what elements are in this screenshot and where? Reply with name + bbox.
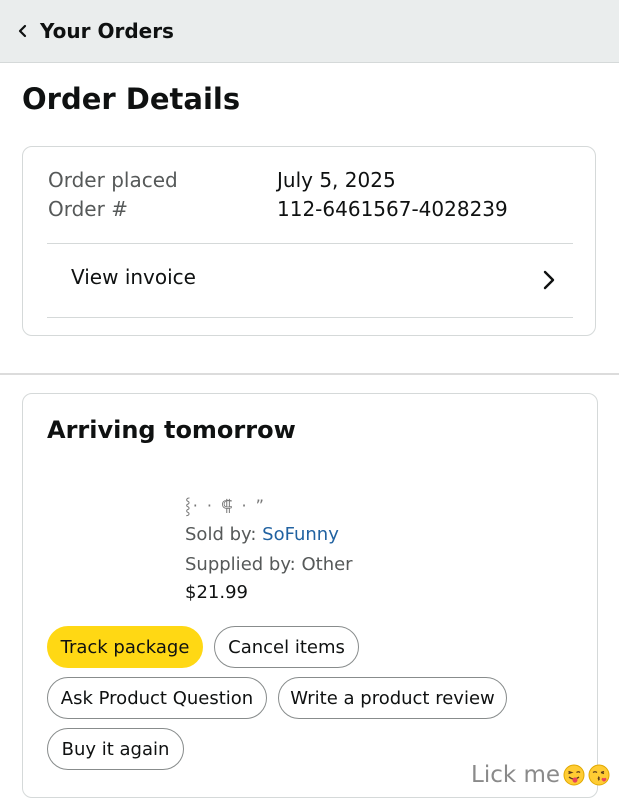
write-review-button[interactable]: Write a product review [278, 677, 507, 719]
chevron-left-icon [18, 24, 27, 38]
page-title: Order Details [22, 82, 241, 116]
sold-by-label: Sold by: [185, 524, 263, 545]
order-placed-value: July 5, 2025 [277, 168, 396, 192]
seller-link[interactable]: SoFunny [262, 524, 339, 545]
face-blowing-kiss-icon [588, 764, 610, 786]
order-placed-row: Order placed July 5, 2025 [48, 168, 396, 192]
watermark-text: Lick me [471, 762, 561, 788]
view-invoice-row[interactable]: View invoice [47, 244, 573, 317]
top-nav-bar: Your Orders [0, 0, 619, 63]
back-label: Your Orders [40, 19, 174, 43]
cancel-items-button[interactable]: Cancel items [214, 626, 359, 668]
product-price: $21.99 [185, 582, 248, 603]
sold-by-line: Sold by: SoFunny [185, 524, 339, 545]
view-invoice-label: View invoice [71, 265, 196, 289]
track-package-button[interactable]: Track package [47, 626, 203, 668]
order-number-label: Order # [48, 197, 128, 221]
chevron-right-icon [543, 270, 555, 290]
shipment-card: Arriving tomorrow ⸾· · ⸿ · ” Sold by: So… [22, 393, 598, 798]
order-info-card: Order placed July 5, 2025 Order # 112-64… [22, 146, 596, 336]
order-number-value: 112-6461567-4028239 [277, 197, 508, 221]
product-title-link[interactable]: ⸾· · ⸿ · ” [185, 494, 266, 516]
back-to-orders-link[interactable]: Your Orders [16, 14, 174, 48]
product-image[interactable] [47, 484, 177, 594]
order-details-page: Your Orders Order Details Order placed J… [0, 0, 619, 800]
delivery-status: Arriving tomorrow [47, 416, 296, 444]
buy-again-button[interactable]: Buy it again [47, 728, 184, 770]
ask-product-question-button[interactable]: Ask Product Question [47, 677, 267, 719]
divider [47, 317, 573, 318]
watermark: Lick me [471, 762, 610, 788]
order-placed-label: Order placed [48, 168, 178, 192]
supplied-by-line: Supplied by: Other [185, 554, 353, 575]
order-number-row: Order # 112-6461567-4028239 [48, 197, 508, 221]
section-separator [0, 373, 619, 375]
face-with-tongue-wink-icon [563, 764, 585, 786]
